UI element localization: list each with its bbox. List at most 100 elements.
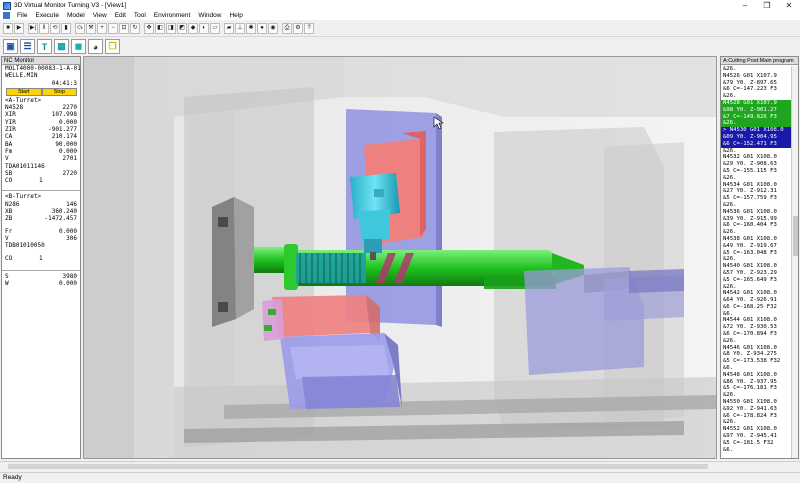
zoom-fit-icon[interactable]: ⊡: [119, 22, 129, 34]
stop-button[interactable]: Stop: [41, 87, 77, 96]
program-line[interactable]: &26.: [721, 256, 792, 263]
menu-edit[interactable]: Edit: [111, 12, 130, 19]
print-icon[interactable]: ⎙: [282, 22, 292, 34]
horizontal-scrollbar[interactable]: [0, 461, 800, 470]
document-icon[interactable]: [3, 12, 10, 19]
program-line[interactable]: > N4530 G01 X108.0: [721, 127, 792, 134]
shade-icon[interactable]: ▰: [224, 22, 234, 34]
program-line[interactable]: &6.: [721, 365, 792, 372]
record-icon[interactable]: ●: [257, 22, 267, 34]
program-line[interactable]: &26.: [721, 284, 792, 291]
minimize-button[interactable]: –: [734, 0, 756, 11]
collision-icon[interactable]: ✱: [246, 22, 256, 34]
program-line[interactable]: N4536 G01 X108.0: [721, 209, 792, 216]
list-icon[interactable]: ☰: [20, 39, 35, 54]
play-icon[interactable]: ▶: [14, 22, 24, 34]
program-line[interactable]: &5 C=-165.649 F3: [721, 277, 792, 284]
program-line[interactable]: &6.: [721, 447, 792, 454]
program-line[interactable]: &49 Y0. Z-919.67: [721, 243, 792, 250]
view-iso-icon[interactable]: ◆: [188, 22, 198, 34]
program-line[interactable]: &92 Y0. Z-941.63: [721, 406, 792, 413]
program-line[interactable]: &5 C=-157.759 F3: [721, 195, 792, 202]
program-line[interactable]: &72 Y0. Z-930.53: [721, 324, 792, 331]
tool-holder-icon[interactable]: T: [37, 39, 52, 54]
program-line[interactable]: &57 Y0. Z-923.29: [721, 270, 792, 277]
program-line[interactable]: &26.: [721, 93, 792, 100]
program-line[interactable]: &6.: [721, 311, 792, 318]
program-line[interactable]: N4552 G01 X108.0: [721, 426, 792, 433]
program-line[interactable]: &8 Y0. Z-934.275: [721, 351, 792, 358]
zoom-in-icon[interactable]: +: [97, 22, 107, 34]
program-line[interactable]: N4532 G01 X108.0: [721, 154, 792, 161]
program-line[interactable]: N4546 G01 X108.0: [721, 345, 792, 352]
layers-icon[interactable]: ❐: [105, 39, 120, 54]
program-line[interactable]: &26.: [721, 229, 792, 236]
stop-icon[interactable]: ■: [3, 22, 13, 34]
program-line[interactable]: N4528 G01 X107.9: [721, 99, 792, 107]
rotate-icon[interactable]: ↻: [130, 22, 140, 34]
menu-file[interactable]: File: [13, 12, 31, 19]
nc-monitor-icon[interactable]: ▣: [3, 39, 18, 54]
program-line[interactable]: &09 Y0. Z-904.95: [721, 133, 792, 141]
model-icon[interactable]: ▩: [54, 39, 69, 54]
program-line[interactable]: &39 Y0. Z-915.99: [721, 216, 792, 223]
program-line[interactable]: &7 C=-149.826 F3: [721, 113, 792, 121]
program-line[interactable]: &79 Y0. Z-897.65: [721, 80, 792, 87]
program-line[interactable]: &26.: [721, 419, 792, 426]
program-listing[interactable]: &26. N4526 G01 X107.9 &79 Y0. Z-897.65 &6 C…: [721, 66, 792, 453]
program-line[interactable]: &6 C=-147.223 F3: [721, 86, 792, 93]
pan-icon[interactable]: ✥: [144, 22, 154, 34]
menu-environment[interactable]: Environment: [150, 12, 195, 19]
program-line[interactable]: &5 C=-176.181 F3: [721, 385, 792, 392]
program-line[interactable]: &26.: [721, 148, 792, 155]
camera-icon[interactable]: ◉: [268, 22, 278, 34]
program-line[interactable]: &64 Y0. Z-926.91: [721, 297, 792, 304]
program-line[interactable]: &5 C=-163.048 F3: [721, 250, 792, 257]
machine-scene[interactable]: [84, 57, 717, 459]
menu-execute[interactable]: Execute: [31, 12, 63, 19]
program-line[interactable]: &29 Y0. Z-908.63: [721, 161, 792, 168]
program-line[interactable]: N4526 G01 X107.9: [721, 73, 792, 80]
program-line[interactable]: N4540 G01 X108.0: [721, 263, 792, 270]
program-line[interactable]: &5 C=-173.538 F32: [721, 358, 792, 365]
restore-button[interactable]: ❐: [756, 0, 778, 11]
zoom-out-icon[interactable]: −: [108, 22, 118, 34]
program-line[interactable]: &26.: [721, 202, 792, 209]
menu-tool[interactable]: Tool: [130, 12, 150, 19]
program-line[interactable]: &6 C=-160.404 F3: [721, 222, 792, 229]
solid-icon[interactable]: ◼: [71, 39, 86, 54]
menu-view[interactable]: View: [89, 12, 111, 19]
program-line[interactable]: &5 C=-181.5 F32: [721, 440, 792, 447]
program-line[interactable]: &26.: [721, 338, 792, 345]
program-line[interactable]: &6 C=-168.25 F32: [721, 304, 792, 311]
program-line[interactable]: N4538 G01 X108.0: [721, 236, 792, 243]
close-button[interactable]: ✕: [778, 0, 800, 11]
tool-icon[interactable]: ⚒: [86, 22, 96, 34]
workpiece-icon[interactable]: ◕: [88, 39, 103, 54]
menu-window[interactable]: Window: [194, 12, 225, 19]
pause-icon[interactable]: ‖: [39, 22, 49, 34]
wire-icon[interactable]: ▱: [210, 22, 220, 34]
single-block-icon[interactable]: ▮: [61, 22, 71, 34]
program-line[interactable]: &27 Y0. Z-912.31: [721, 188, 792, 195]
program-line[interactable]: &6 C=-152.471 F3: [721, 140, 792, 148]
help-icon[interactable]: ?: [304, 22, 314, 34]
settings-icon[interactable]: ⚙: [293, 22, 303, 34]
view-side-icon[interactable]: ◩: [177, 22, 187, 34]
measure-icon[interactable]: ⊥: [235, 22, 245, 34]
program-scrollbar[interactable]: [791, 66, 798, 458]
step-icon[interactable]: ▶|: [28, 22, 38, 34]
program-line[interactable]: &98 Y0. Z-901.27: [721, 106, 792, 114]
start-button[interactable]: Start: [6, 87, 42, 96]
program-line[interactable]: &26.: [721, 392, 792, 399]
view-front-icon[interactable]: ◧: [155, 22, 165, 34]
menu-model[interactable]: Model: [63, 12, 89, 19]
program-line[interactable]: N4542 G01 X108.0: [721, 290, 792, 297]
skip-icon[interactable]: ⤼: [75, 22, 85, 34]
program-line[interactable]: N4534 G01 X108.0: [721, 182, 792, 189]
program-line[interactable]: &86 Y0. Z-937.95: [721, 379, 792, 386]
reset-icon[interactable]: ⟲: [50, 22, 60, 34]
program-line[interactable]: &26.: [721, 66, 792, 73]
program-line[interactable]: N4550 G01 X108.0: [721, 399, 792, 406]
program-line[interactable]: &26.: [721, 120, 792, 128]
